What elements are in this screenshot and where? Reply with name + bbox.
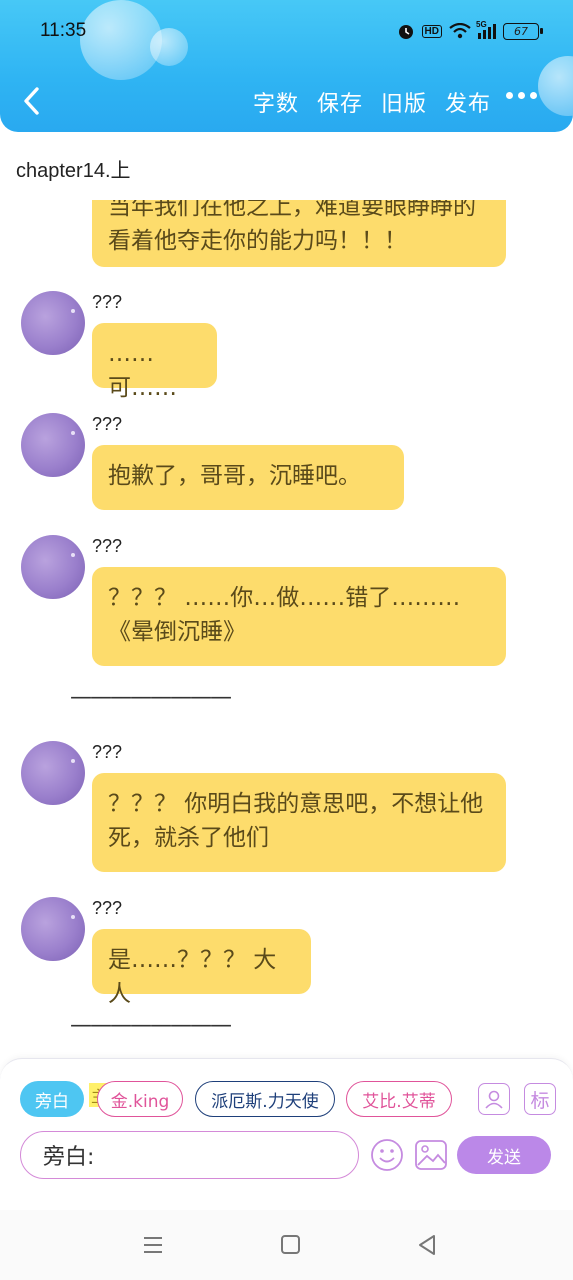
scene-divider: ————————: [70, 685, 232, 710]
mark-icon-label: 标: [530, 1089, 550, 1112]
speaker-name: ???: [92, 742, 123, 762]
message-text: 抱歉了，哥哥，沉睡吧。: [108, 463, 361, 489]
message-bubble[interactable]: ？？？ 你明白我的意思吧，不想让他死，就杀了他们: [92, 773, 506, 872]
speaker-name: ???: [92, 414, 123, 434]
composer-input[interactable]: 旁白:: [20, 1131, 359, 1179]
battery-icon: 67: [503, 22, 543, 40]
app-header: 11:35 HD 5G 67 字数 保存 旧版 发布: [0, 0, 573, 132]
avatar[interactable]: [21, 741, 85, 805]
message-text: ？？？ 你明白我的意思吧，不想让他死，就杀了他们: [108, 791, 484, 851]
message-bubble[interactable]: ……可……: [92, 323, 217, 401]
composer-panel: 旁白 主 金.king 派厄斯.力天使 艾比.艾蒂 标 旁白: 发送: [0, 1058, 573, 1210]
alarm-icon: [398, 25, 413, 39]
message-text: 是……？？？ 大人: [108, 947, 277, 1007]
header-decoration: [80, 0, 162, 80]
message-text: ？？？ ……你…做……错了………《晕倒沉睡》: [108, 585, 461, 645]
word-count-button[interactable]: 字数: [253, 86, 299, 118]
system-nav-bar: [0, 1210, 573, 1280]
chapter-title: chapter14.上: [16, 160, 131, 182]
message-text: ……可……: [108, 341, 177, 401]
role-chip-pai[interactable]: 派厄斯.力天使: [195, 1081, 335, 1117]
speaker-name: ???: [92, 536, 123, 556]
avatar[interactable]: [21, 413, 85, 477]
publish-button[interactable]: 发布: [445, 86, 491, 118]
message-bubble[interactable]: 当年我们在他之上，难道要眼睁睁的看着他夺走你的能力吗！！！: [92, 200, 506, 267]
avatar[interactable]: [21, 897, 85, 961]
header-decoration: [538, 56, 573, 116]
wifi-icon: [449, 23, 471, 39]
header-decoration: [150, 28, 188, 66]
person-icon: [485, 1090, 503, 1109]
home-icon[interactable]: [281, 1235, 300, 1254]
message-bubble[interactable]: 是……？？？ 大人: [92, 929, 311, 1007]
status-time: 11:35: [40, 20, 87, 41]
mark-icon[interactable]: 标: [524, 1083, 556, 1115]
image-icon[interactable]: [414, 1139, 448, 1171]
old-version-button[interactable]: 旧版: [381, 86, 427, 118]
speaker-name: ???: [92, 898, 123, 918]
message-bubble[interactable]: ？？？ ……你…做……错了………《晕倒沉睡》: [92, 567, 506, 666]
message-bubble[interactable]: 抱歉了，哥哥，沉睡吧。: [92, 445, 404, 510]
status-icons: HD 5G 67: [397, 20, 543, 40]
scene-divider: ————————: [70, 1013, 232, 1038]
role-chip-narration[interactable]: 旁白: [20, 1081, 84, 1117]
role-chip-gold-king[interactable]: 金.king: [97, 1081, 183, 1117]
back-arrow-icon[interactable]: [20, 86, 44, 116]
avatar[interactable]: [21, 535, 85, 599]
chat-area[interactable]: 当年我们在他之上，难道要眼睁睁的看着他夺走你的能力吗！！！ ??? ……可…… …: [0, 200, 573, 1050]
message-text: 当年我们在他之上，难道要眼睁睁的看着他夺走你的能力吗！！！: [108, 200, 476, 254]
signal-icon: 5G: [476, 20, 496, 39]
avatar[interactable]: [21, 291, 85, 355]
character-icon[interactable]: [478, 1083, 510, 1115]
speaker-name: ???: [92, 292, 123, 312]
header-toolbar: 字数 保存 旧版 发布: [253, 86, 491, 118]
more-options-icon[interactable]: [506, 92, 537, 99]
nav-back-icon[interactable]: [416, 1234, 438, 1256]
send-button[interactable]: 发送: [457, 1136, 551, 1174]
hd-icon: HD: [421, 24, 442, 38]
save-button[interactable]: 保存: [317, 86, 363, 118]
emoji-icon[interactable]: [370, 1138, 404, 1172]
menu-icon[interactable]: [143, 1235, 163, 1255]
composer-input-value: 旁白:: [43, 1145, 95, 1170]
role-chip-ai[interactable]: 艾比.艾蒂: [346, 1081, 452, 1117]
